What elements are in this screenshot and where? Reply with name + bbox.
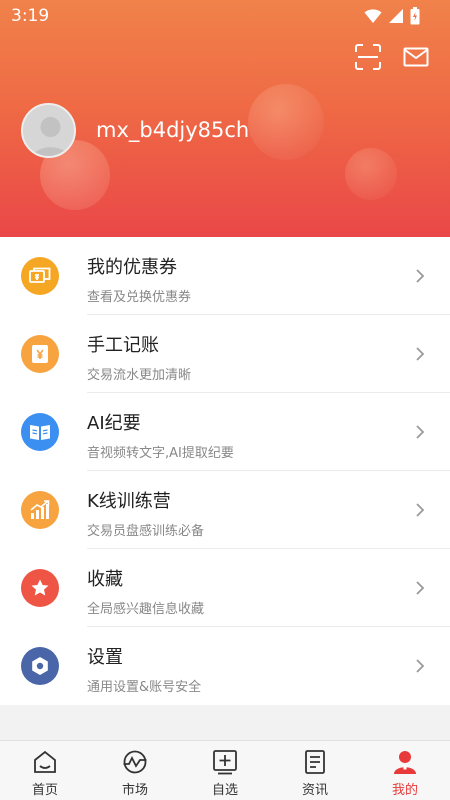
tab-label: 自选 bbox=[211, 783, 238, 798]
profile-header: 3:19 mx_b4djy85ch bbox=[0, 0, 450, 237]
tab-label: 市场 bbox=[121, 783, 148, 798]
tab-news[interactable]: 资讯 bbox=[270, 741, 360, 800]
message-button[interactable] bbox=[402, 43, 430, 71]
tab-watchlist[interactable]: 自选 bbox=[180, 741, 270, 800]
menu-item-title: K线训练营 bbox=[87, 491, 171, 512]
menu-icon-circle bbox=[21, 491, 59, 529]
chart-up-icon bbox=[30, 500, 50, 519]
menu-item-title: 设置 bbox=[87, 647, 123, 668]
gear-icon bbox=[32, 657, 48, 675]
status-bar: 3:19 bbox=[0, 0, 450, 32]
menu-item-kline-training[interactable]: K线训练营 交易员盘感训练必备 bbox=[0, 471, 450, 549]
home-icon bbox=[34, 750, 56, 773]
menu-icon-circle bbox=[21, 257, 59, 295]
menu-item-title: 手工记账 bbox=[87, 335, 159, 356]
tab-label: 资讯 bbox=[301, 783, 328, 798]
decorative-bubble bbox=[345, 148, 397, 200]
menu-item-subtitle: 通用设置&账号安全 bbox=[87, 680, 202, 695]
chevron-right-icon bbox=[416, 425, 425, 439]
ledger-icon bbox=[32, 345, 48, 363]
tab-market[interactable]: 市场 bbox=[90, 741, 180, 800]
bottom-tab-bar: 首页 市场 自选 资讯 我的 bbox=[0, 740, 450, 800]
menu-item-subtitle: 全局感兴趣信息收藏 bbox=[87, 602, 205, 617]
tab-home[interactable]: 首页 bbox=[0, 741, 90, 800]
book-icon bbox=[30, 425, 50, 440]
menu-item-title: AI纪要 bbox=[87, 413, 141, 434]
tab-label: 首页 bbox=[31, 783, 58, 798]
mail-icon bbox=[403, 47, 429, 67]
menu-item-subtitle: 音视频转文字,AI提取纪要 bbox=[87, 446, 234, 461]
chevron-right-icon bbox=[416, 347, 425, 361]
menu-icon-circle bbox=[21, 335, 59, 373]
coupon-icon bbox=[29, 267, 51, 283]
menu-item-subtitle: 交易流水更加清晰 bbox=[87, 368, 192, 383]
news-icon bbox=[305, 750, 325, 774]
chevron-right-icon bbox=[416, 581, 425, 595]
watchlist-add-icon bbox=[213, 750, 237, 775]
username[interactable]: mx_b4djy85ch bbox=[96, 118, 249, 142]
menu-list: 我的优惠券 查看及兑换优惠券 手工记账 交易流水更加清晰 AI纪要 音视频转文字… bbox=[0, 237, 450, 705]
menu-item-subtitle: 交易员盘感训练必备 bbox=[87, 524, 205, 539]
menu-icon-circle bbox=[21, 569, 59, 607]
menu-item-settings[interactable]: 设置 通用设置&账号安全 bbox=[0, 627, 450, 705]
avatar[interactable] bbox=[21, 103, 76, 158]
profile-icon bbox=[394, 751, 416, 774]
menu-item-subtitle: 查看及兑换优惠券 bbox=[87, 290, 192, 305]
chevron-right-icon bbox=[416, 269, 425, 283]
menu-item-title: 我的优惠券 bbox=[87, 257, 177, 278]
menu-item-title: 收藏 bbox=[87, 569, 123, 590]
chevron-right-icon bbox=[416, 503, 425, 517]
signal-icon bbox=[388, 8, 404, 28]
market-icon bbox=[123, 750, 147, 774]
menu-item-ai-summary[interactable]: AI纪要 音视频转文字,AI提取纪要 bbox=[0, 393, 450, 471]
menu-icon-circle bbox=[21, 647, 59, 685]
decorative-bubble bbox=[248, 84, 324, 160]
menu-icon-circle bbox=[21, 413, 59, 451]
chevron-right-icon bbox=[416, 659, 425, 673]
wifi-icon bbox=[364, 8, 382, 28]
menu-item-manual-ledger[interactable]: 手工记账 交易流水更加清晰 bbox=[0, 315, 450, 393]
status-time: 3:19 bbox=[11, 6, 50, 26]
tab-label: 我的 bbox=[391, 783, 418, 798]
star-icon bbox=[31, 579, 49, 596]
scan-icon bbox=[355, 44, 381, 70]
menu-item-favorites[interactable]: 收藏 全局感兴趣信息收藏 bbox=[0, 549, 450, 627]
battery-icon bbox=[410, 7, 420, 29]
tab-profile[interactable]: 我的 bbox=[360, 741, 450, 800]
scan-button[interactable] bbox=[354, 43, 382, 71]
menu-item-coupons[interactable]: 我的优惠券 查看及兑换优惠券 bbox=[0, 237, 450, 315]
